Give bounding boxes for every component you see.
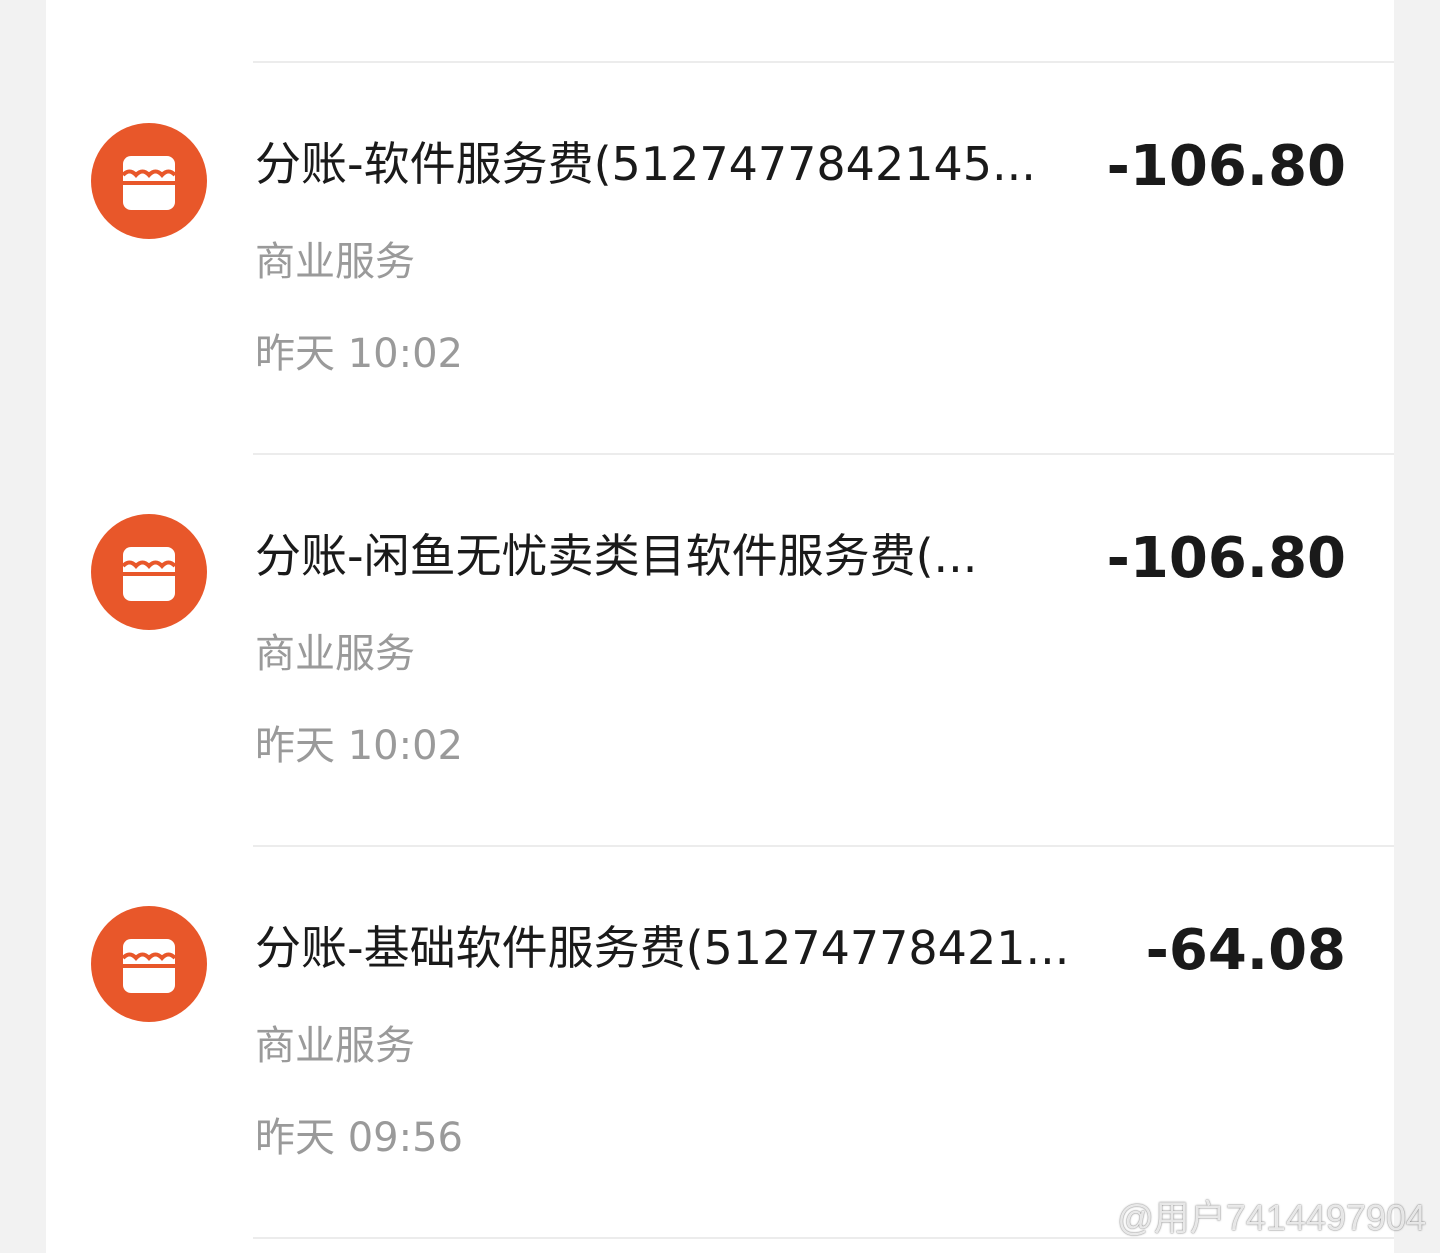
weibo-watermark: @用户7414497904	[1059, 1189, 1426, 1241]
transaction-amount: -64.08	[1145, 918, 1346, 983]
transaction-title: 分账-闲鱼无忧卖类目软件服务费(...	[255, 529, 978, 583]
store-icon	[91, 514, 207, 630]
transaction-category: 商业服务	[255, 1023, 415, 1069]
transaction-time: 昨天 10:02	[255, 723, 463, 769]
transaction-time: 昨天 10:02	[255, 331, 463, 377]
transaction-row[interactable]: 分账-软件服务费(5127477842145... -106.80 商业服务 昨…	[46, 62, 1394, 452]
store-icon	[91, 906, 207, 1022]
weibo-logo-icon	[1060, 1198, 1109, 1235]
transaction-row[interactable]: 分账-闲鱼无忧卖类目软件服务费(... -106.80 商业服务 昨天 10:0…	[46, 454, 1394, 844]
transaction-title: 分账-基础软件服务费(51274778421...	[255, 921, 1070, 975]
transaction-title: 分账-软件服务费(5127477842145...	[255, 137, 1036, 191]
transaction-time: 昨天 09:56	[255, 1115, 463, 1161]
watermark-text: @用户7414497904	[1117, 1197, 1426, 1238]
transaction-amount: -106.80	[1106, 134, 1346, 199]
transaction-category: 商业服务	[255, 239, 415, 285]
transaction-amount: -106.80	[1106, 526, 1346, 591]
transaction-row[interactable]: 分账-基础软件服务费(51274778421... -64.08 商业服务 昨天…	[46, 846, 1394, 1236]
transaction-category: 商业服务	[255, 631, 415, 677]
store-icon	[91, 123, 207, 239]
